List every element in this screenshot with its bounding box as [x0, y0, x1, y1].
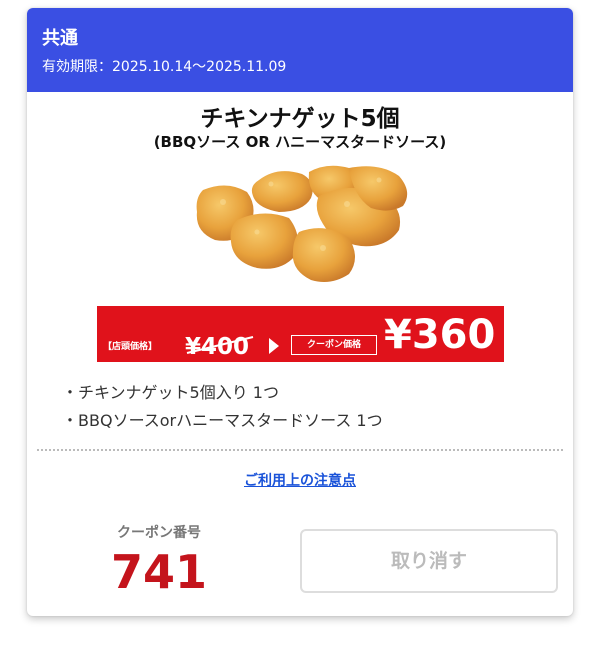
coupon-number: 741 [110, 545, 208, 599]
product-subtitle: (BBQソース OR ハニーマスタードソース) [153, 133, 447, 151]
store-price-label: 【店頭価格】 [103, 342, 158, 352]
validity-period: 有効期限：2025.10.14〜2025.11.09 [42, 59, 287, 75]
list-item: チキンナゲット5個入り 1つ [62, 379, 383, 407]
product-image [27, 152, 573, 290]
product-title: チキンナゲット5個 [200, 106, 400, 132]
coupon-card: 共通 有効期限：2025.10.14〜2025.11.09 チキンナゲット5個 … [27, 8, 573, 616]
arrow-right-icon [269, 338, 279, 354]
item-list: チキンナゲット5個入り 1つ BBQソースorハニーマスタードソース 1つ [62, 379, 383, 435]
list-item: BBQソースorハニーマスタードソース 1つ [62, 407, 383, 435]
coupon-price: ¥360 [384, 312, 496, 358]
dotted-divider [37, 449, 563, 451]
cancel-button[interactable]: 取り消す [300, 529, 558, 593]
coupon-number-label: クーポン番号 [117, 525, 201, 541]
coupon-category: 共通 [42, 28, 78, 49]
coupon-header: 共通 有効期限：2025.10.14〜2025.11.09 [27, 8, 573, 92]
price-banner: 【店頭価格】 ¥400 クーポン価格 ¥360 [97, 306, 504, 362]
chicken-nuggets-image [196, 165, 408, 282]
strikethrough-line [186, 336, 254, 354]
coupon-price-label: クーポン価格 [291, 335, 377, 355]
usage-notes-link[interactable]: ご利用上の注意点 [27, 470, 573, 490]
